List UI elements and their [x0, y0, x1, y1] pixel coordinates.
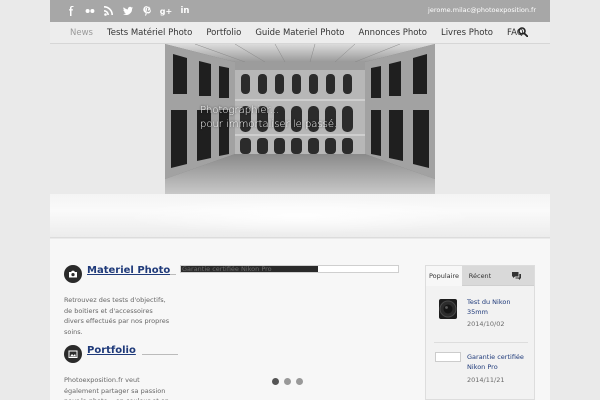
- post-thumbnail: [435, 352, 461, 362]
- progress-text: Garantie certifiée Nikon Pro: [182, 265, 272, 273]
- hero-slide[interactable]: Photographier... pour immortaliser le pa…: [165, 44, 435, 194]
- feature-title-portfolio[interactable]: Portfolio: [87, 345, 136, 356]
- feature-text-materiel: Retrouvez des tests d'objectifs, de boit…: [64, 296, 170, 336]
- nav-item-guide[interactable]: Guide Materiel Photo: [255, 28, 344, 38]
- slider-pagination: [272, 378, 303, 385]
- flickr-icon[interactable]: [81, 4, 99, 18]
- nav-item-livres[interactable]: Livres Photo: [441, 28, 493, 38]
- lens-thumbnail: [439, 299, 457, 319]
- linkedin-icon[interactable]: in: [176, 4, 194, 18]
- loading-progress-bar: Garantie certifiée Nikon Pro: [180, 265, 399, 273]
- slider-dot-2[interactable]: [284, 378, 291, 385]
- tab-comments[interactable]: [498, 266, 534, 286]
- posts-widget: Populaire Récent Test du Nikon 35mm 2014…: [425, 265, 535, 400]
- widget-tabs: Populaire Récent: [426, 266, 534, 286]
- feature-text-portfolio: Photoexposition.fr veut également partag…: [64, 376, 169, 400]
- pinterest-icon[interactable]: [138, 4, 156, 18]
- widget-separator: [434, 342, 528, 343]
- hero-caption-line-1: Photographier...: [200, 105, 280, 116]
- google-plus-icon[interactable]: g+: [157, 4, 175, 18]
- title-divider: [142, 354, 178, 355]
- social-links: g+ in: [62, 4, 195, 18]
- tab-recent[interactable]: Récent: [462, 266, 498, 286]
- widget-post-2[interactable]: Garantie certifiée Nikon Pro 2014/11/21: [426, 346, 534, 396]
- slider-shadow: [50, 194, 550, 238]
- image-icon: [64, 345, 82, 363]
- feature-title-materiel[interactable]: Materiel Photo: [87, 265, 170, 276]
- facebook-icon[interactable]: [62, 4, 80, 18]
- widget-post-title[interactable]: Test du Nikon 35mm: [467, 297, 531, 317]
- content-area: Materiel Photo Retrouvez des tests d'obj…: [50, 239, 550, 400]
- title-divider: [170, 274, 176, 275]
- search-icon[interactable]: [518, 27, 528, 37]
- hero-caption-line-2: pour immortaliser le passé.: [200, 119, 338, 130]
- twitter-icon[interactable]: [119, 4, 137, 18]
- widget-post-1[interactable]: Test du Nikon 35mm 2014/10/02: [426, 290, 534, 340]
- widget-post-title[interactable]: Garantie certifiée Nikon Pro: [467, 352, 531, 372]
- slider-dot-3[interactable]: [296, 378, 303, 385]
- nav-item-news[interactable]: News: [70, 28, 93, 38]
- top-bar: g+ in jerome.milac@photoexposition.fr: [50, 0, 550, 22]
- widget-post-date: 2014/10/02: [467, 320, 505, 328]
- tab-populaire[interactable]: Populaire: [426, 266, 462, 286]
- slider-dot-1[interactable]: [272, 378, 279, 385]
- widget-post-date: 2014/11/21: [467, 376, 505, 384]
- contact-email[interactable]: jerome.milac@photoexposition.fr: [428, 6, 536, 14]
- nav-item-tests[interactable]: Tests Matériel Photo: [107, 28, 192, 38]
- nav-item-annonces[interactable]: Annonces Photo: [358, 28, 426, 38]
- nav-item-portfolio[interactable]: Portfolio: [206, 28, 241, 38]
- hero-caption: Photographier... pour immortaliser le pa…: [200, 104, 337, 132]
- comments-icon: [511, 272, 521, 280]
- main-navigation: News Tests Matériel Photo Portfolio Guid…: [50, 22, 550, 44]
- rss-icon[interactable]: [100, 4, 118, 18]
- camera-icon: [64, 265, 82, 283]
